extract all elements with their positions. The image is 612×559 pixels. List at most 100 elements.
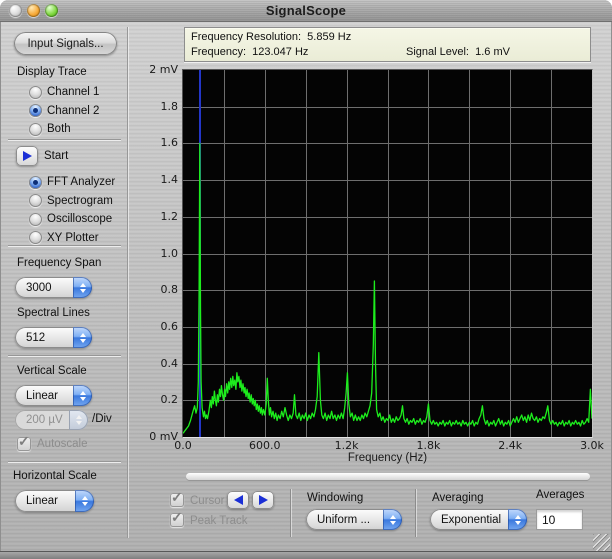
radio-xy-plotter[interactable] <box>29 231 42 245</box>
x-tick-label: 2.4k <box>498 439 523 452</box>
sidebar-separator <box>8 139 121 141</box>
radio-spectrogram[interactable] <box>29 194 42 208</box>
y-tick-label: 1.4 <box>160 173 179 187</box>
signal-level-readout: Signal Level: 1.6 mV <box>406 46 510 58</box>
radio-channel-1[interactable] <box>29 85 42 99</box>
zoom-button-icon[interactable] <box>45 4 58 17</box>
plot-bottom-groove <box>186 473 590 480</box>
radio-label-fft-analyzer: FFT Analyzer <box>47 176 116 189</box>
radio-label-xy-plotter: XY Plotter <box>47 231 99 244</box>
y-tick-label: 1.0 <box>160 246 179 260</box>
fft-trace <box>183 142 592 434</box>
bottom-divider <box>415 489 416 537</box>
stepper-icon <box>73 327 92 348</box>
radio-label-spectrogram: Spectrogram <box>47 194 113 207</box>
play-icon <box>22 151 32 161</box>
radio-row-oscilloscope[interactable]: Oscilloscope <box>29 210 115 229</box>
autoscale-label: Autoscale <box>37 438 88 450</box>
close-button-icon[interactable] <box>9 4 22 17</box>
stepper-icon <box>383 509 402 530</box>
averages-input[interactable]: 10 <box>536 509 583 530</box>
radio-label-oscilloscope: Oscilloscope <box>47 213 113 226</box>
resize-grip-icon[interactable] <box>593 534 610 551</box>
display-trace-label: Display Trace <box>17 66 87 78</box>
y-tick-label: 2 mV <box>149 63 178 76</box>
y-tick-label: 0.6 <box>160 319 179 333</box>
fft-plot-canvas[interactable] <box>183 70 592 437</box>
peak-track-checkbox <box>170 509 184 527</box>
stepper-icon <box>73 277 92 298</box>
radio-fft-analyzer[interactable] <box>29 175 42 189</box>
traffic-lights <box>9 4 58 17</box>
radio-oscilloscope[interactable] <box>29 212 42 226</box>
autoscale-checkbox <box>17 433 31 451</box>
start-label: Start <box>44 150 69 162</box>
horizontal-scale-select[interactable]: Linear <box>15 490 94 512</box>
per-div-suffix-label: /Div <box>92 413 112 425</box>
input-signals-button[interactable]: Input Signals... <box>14 32 117 55</box>
radio-label-both: Both <box>47 123 71 136</box>
radio-label-channel-1: Channel 1 <box>47 86 100 99</box>
stepper-icon <box>508 509 527 530</box>
bottom-divider <box>290 489 291 537</box>
readout-panel: Frequency Resolution: 5.859 Hz Frequency… <box>184 27 591 62</box>
fft-plot[interactable] <box>182 69 593 438</box>
radio-row-both[interactable]: Both <box>29 120 99 139</box>
sidebar-separator <box>8 355 121 357</box>
radio-both[interactable] <box>29 122 42 136</box>
averaging-label: Averaging <box>432 492 484 504</box>
sidebar-separator <box>8 461 121 463</box>
y-tick-label: 0.2 <box>160 393 179 407</box>
x-tick-label: 1.8k <box>416 439 441 452</box>
x-axis-title: Frequency (Hz) <box>347 452 428 464</box>
title-bar[interactable]: SignalScope <box>0 0 612 22</box>
cursor-checkbox <box>170 489 184 507</box>
x-tick-label: 1.2k <box>334 439 359 452</box>
radio-channel-2[interactable] <box>29 104 42 118</box>
radio-row-spectrogram[interactable]: Spectrogram <box>29 192 115 211</box>
cursor-label: Cursor <box>190 495 225 507</box>
x-axis-ticks: 0.0 600.0 1.2k 1.8k 2.4k 3.0k <box>174 439 604 452</box>
vertical-scale-select[interactable]: Linear <box>15 385 92 406</box>
arrow-right-icon <box>258 495 268 505</box>
y-tick-label: 0.8 <box>160 283 179 297</box>
windowing-select[interactable]: Uniform ... <box>306 509 402 530</box>
radio-row-fft-analyzer[interactable]: FFT Analyzer <box>29 173 115 192</box>
horizontal-scale-label: Horizontal Scale <box>13 470 97 482</box>
signalscope-window: SignalScope Input Signals... Display Tra… <box>0 0 612 559</box>
arrow-left-icon <box>233 495 243 505</box>
spectral-lines-label: Spectral Lines <box>17 307 90 319</box>
sidebar-divider <box>127 27 128 538</box>
y-axis-ticks: 2 mV 1.8 1.6 1.4 1.2 1.0 0.8 0.6 0.4 0.2 0 mV <box>138 63 179 443</box>
frequency-readout: Frequency: 123.047 Hz <box>191 46 309 58</box>
display-trace-radio-group: Channel 1 Channel 2 Both <box>29 83 99 139</box>
x-tick-label: 3.0k <box>580 439 604 452</box>
radio-label-channel-2: Channel 2 <box>47 104 100 117</box>
stepper-icon <box>75 490 94 512</box>
vertical-scale-label: Vertical Scale <box>17 365 87 377</box>
radio-row-channel-1[interactable]: Channel 1 <box>29 83 99 102</box>
cursor-left-button[interactable] <box>227 491 249 509</box>
start-button[interactable] <box>16 146 38 166</box>
frequency-span-select[interactable]: 3000 <box>15 277 92 298</box>
minimize-button-icon[interactable] <box>27 4 40 17</box>
cursor-right-button[interactable] <box>252 491 274 509</box>
y-tick-label: 0.4 <box>160 356 179 370</box>
window-title: SignalScope <box>265 3 347 18</box>
stepper-icon <box>69 410 88 430</box>
windowing-label: Windowing <box>307 492 364 504</box>
y-tick-label: 1.6 <box>160 136 179 150</box>
analyzer-mode-radio-group: FFT Analyzer Spectrogram Oscilloscope XY Pl… <box>29 173 115 247</box>
frequency-resolution-readout: Frequency Resolution: 5.859 Hz <box>191 31 352 43</box>
stepper-icon <box>73 385 92 406</box>
volts-per-div-select: 200 µV <box>15 410 88 430</box>
spectral-lines-select[interactable]: 512 <box>15 327 92 348</box>
radio-row-channel-2[interactable]: Channel 2 <box>29 102 99 121</box>
window-bottom-edge <box>0 551 612 559</box>
averaging-select[interactable]: Exponential <box>430 509 527 530</box>
y-tick-label: 1.2 <box>160 209 179 223</box>
averages-label: Averages <box>536 489 585 501</box>
frequency-span-label: Frequency Span <box>17 257 102 269</box>
y-tick-label: 1.8 <box>160 99 179 113</box>
sidebar-separator <box>8 245 121 247</box>
